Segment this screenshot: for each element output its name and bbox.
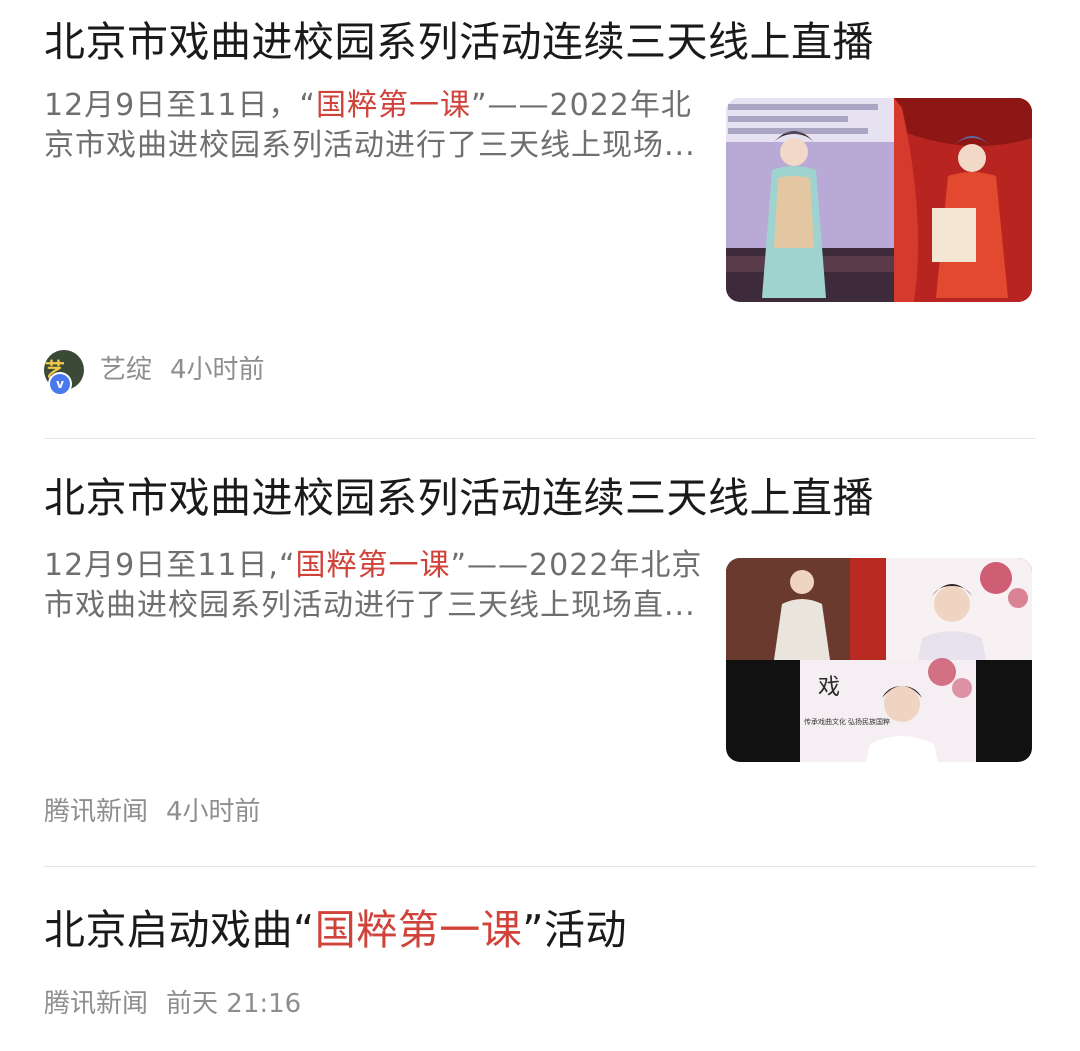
news-title[interactable]: 北京启动戏曲“国粹第一课”活动 — [44, 906, 627, 954]
news-title[interactable]: 北京市戏曲进校园系列活动连续三天线上直播 — [44, 474, 874, 522]
thumb-caption: 传承戏曲文化 弘扬民族国粹 — [804, 717, 890, 726]
news-source[interactable]: 腾讯新闻 — [44, 988, 148, 1020]
news-summary[interactable]: 12月9日至11日,“国粹第一课”——2022年北京市戏曲进校园系列活动进行了三… — [44, 546, 704, 626]
thumb-caption: 戏 — [818, 674, 840, 699]
news-source[interactable]: 艺绽 — [100, 354, 152, 386]
news-thumbnail[interactable]: 戏 传承戏曲文化 弘扬民族国粹 — [726, 558, 1032, 762]
news-card-1[interactable]: 北京市戏曲进校园系列活动连续三天线上直播 12月9日至11日，“国粹第一课”——… — [0, 0, 1080, 438]
news-time: 4小时前 — [170, 355, 265, 385]
video-call-image: 戏 传承戏曲文化 弘扬民族国粹 — [726, 558, 1032, 762]
summary-highlight: 国粹第一课 — [295, 548, 451, 583]
title-text: 北京启动戏曲“ — [44, 906, 315, 954]
avatar[interactable]: 艺 v — [44, 350, 84, 396]
news-title[interactable]: 北京市戏曲进校园系列活动连续三天线上直播 — [44, 18, 874, 66]
summary-highlight: 国粹第一课 — [315, 88, 471, 123]
title-highlight: 国粹第一课 — [314, 906, 523, 954]
news-card-2[interactable]: 北京市戏曲进校园系列活动连续三天线上直播 12月9日至11日,“国粹第一课”——… — [0, 438, 1080, 866]
summary-text: 12月9日至11日,“ — [44, 548, 296, 583]
news-meta: 腾讯新闻 4小时前 — [44, 796, 279, 828]
news-meta: 艺 v 艺绽 4小时前 — [44, 350, 283, 396]
news-summary[interactable]: 12月9日至11日，“国粹第一课”——2022年北京市戏曲进校园系列活动进行了三… — [44, 86, 704, 166]
news-feed: 北京市戏曲进校园系列活动连续三天线上直播 12月9日至11日，“国粹第一课”——… — [0, 0, 1080, 1051]
opera-stage-image — [726, 98, 1032, 302]
news-thumbnail[interactable] — [726, 98, 1032, 302]
news-card-3[interactable]: 北京启动戏曲“国粹第一课”活动 腾讯新闻 前天 21:16 — [0, 866, 1080, 1051]
title-text: ”活动 — [522, 906, 627, 954]
news-time: 前天 21:16 — [166, 989, 302, 1019]
news-source[interactable]: 腾讯新闻 — [44, 796, 148, 828]
summary-text: 12月9日至11日，“ — [44, 88, 316, 123]
news-time: 4小时前 — [166, 797, 261, 827]
verified-badge-icon: v — [48, 372, 72, 396]
news-meta: 腾讯新闻 前天 21:16 — [44, 988, 319, 1020]
